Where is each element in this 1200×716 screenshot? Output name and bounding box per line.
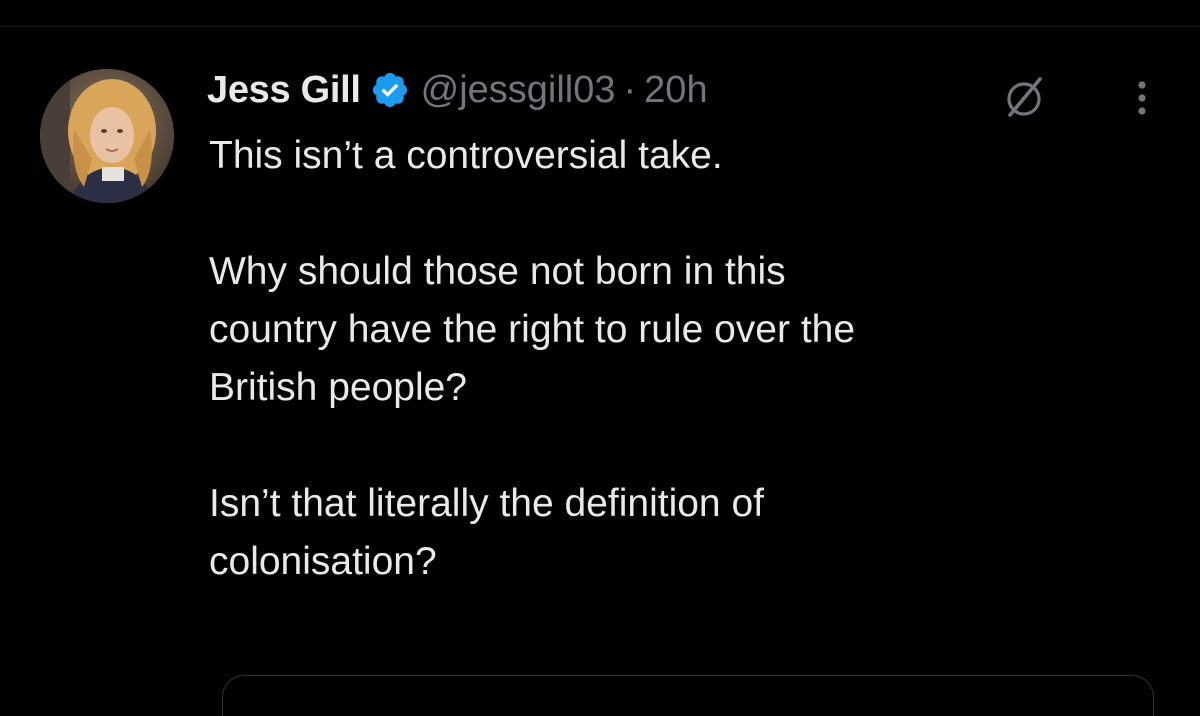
- tweet-line: country have the right to rule over the: [209, 308, 856, 351]
- separator-dot: ·: [623, 68, 637, 111]
- tweet-line: colonisation?: [209, 540, 437, 583]
- display-name[interactable]: Jess Gill: [207, 69, 361, 112]
- tweet-line: Isn’t that literally the definition of: [209, 482, 764, 525]
- avatar[interactable]: [40, 69, 174, 203]
- verified-badge-icon[interactable]: [370, 70, 410, 110]
- tweet-line: This isn’t a controversial take.: [209, 134, 723, 177]
- tweet-header: Jess Gill @jessgill03 · 20h: [207, 63, 708, 117]
- tweet[interactable]: Jess Gill @jessgill03 · 20h This isn’t a…: [0, 27, 1200, 716]
- tweet-text: This isn’t a controversial take. Why sho…: [209, 127, 1169, 591]
- avatar-image: [40, 69, 174, 203]
- tweet-line: British people?: [209, 366, 467, 409]
- more-options-icon[interactable]: [1122, 73, 1162, 121]
- tweet-line: Why should those not born in this: [209, 250, 786, 293]
- grok-icon[interactable]: [1000, 73, 1048, 121]
- user-handle[interactable]: @jessgill03: [421, 69, 616, 112]
- quoted-tweet-card[interactable]: [222, 675, 1154, 716]
- timestamp[interactable]: 20h: [644, 69, 707, 112]
